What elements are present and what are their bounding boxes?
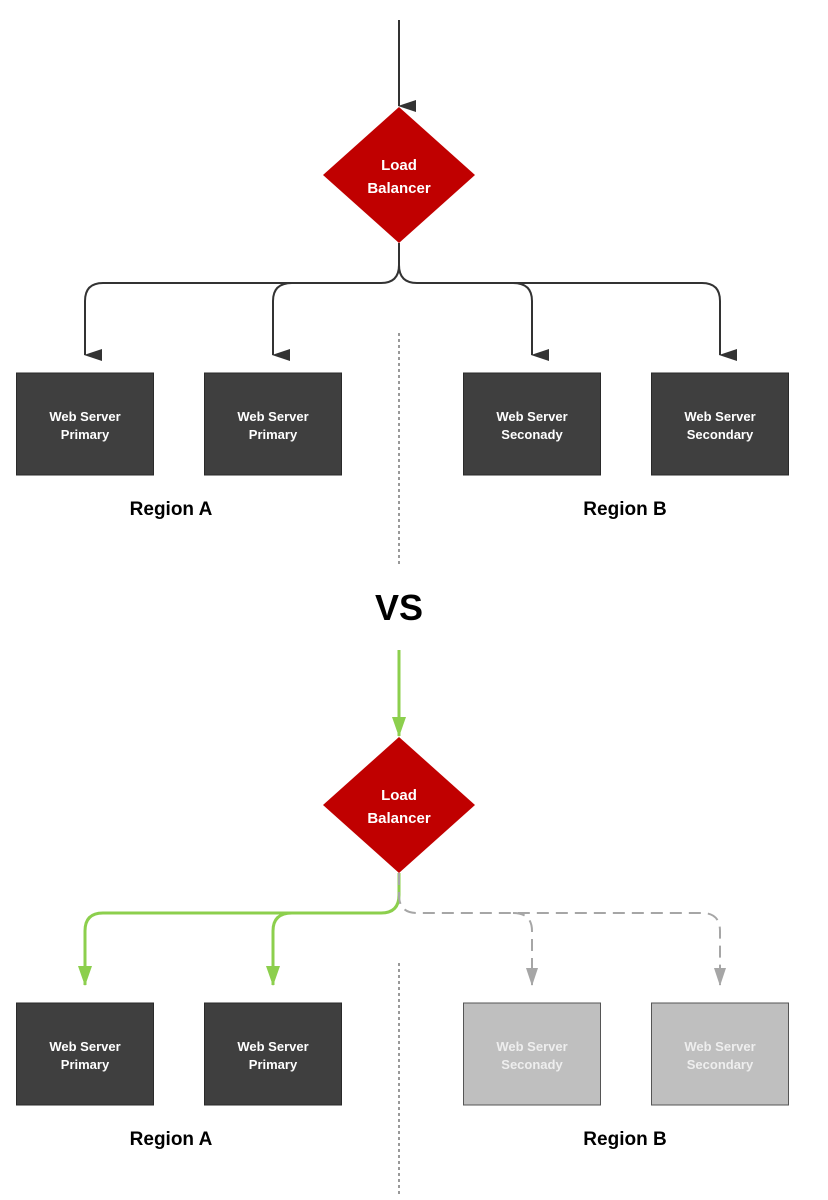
web-server-label-line1: Web Server <box>237 409 308 424</box>
web-server-box <box>463 1002 601 1106</box>
web-server-label-line2: Primary <box>249 427 298 442</box>
web-server-box <box>204 1002 342 1106</box>
region-label-b: Region B <box>583 499 666 520</box>
load-balancer-node <box>323 107 475 243</box>
connector-to-server-4 <box>512 282 549 361</box>
web-server-node-3: Web Server Seconady <box>463 372 601 476</box>
connector-to-server-1 <box>78 873 401 986</box>
web-server-node-4: Web Server Secondary <box>651 372 789 476</box>
web-server-node-4: Web Server Secondary <box>651 1002 789 1106</box>
web-server-box <box>651 372 789 476</box>
load-balancer-node <box>323 737 475 873</box>
web-server-node-1: Web Server Primary <box>16 372 154 476</box>
load-balancer-label-line1: Load <box>381 157 417 174</box>
load-balancer-label-line1: Load <box>381 787 417 804</box>
region-label-a: Region A <box>130 499 213 520</box>
web-server-label-line2: Primary <box>61 1057 110 1072</box>
diagram-all-active: Load Balancer Web Server Primary Web Server P… <box>16 20 789 565</box>
connector-to-server-2 <box>272 282 293 361</box>
diagram-primary-only: Load Balancer Web Server Primary Web Server P… <box>16 650 789 1195</box>
web-server-box <box>16 372 154 476</box>
web-server-label-line1: Web Server <box>684 409 755 424</box>
web-server-label-line2: Secondary <box>687 427 754 442</box>
web-server-label-line2: Secondary <box>687 1057 754 1072</box>
web-server-label-line2: Primary <box>249 1057 298 1072</box>
region-label-b: Region B <box>583 1129 666 1150</box>
web-server-label-line1: Web Server <box>49 1039 120 1054</box>
web-server-label-line2: Seconady <box>501 427 563 442</box>
web-server-box <box>16 1002 154 1106</box>
region-label-a: Region A <box>130 1129 213 1150</box>
web-server-label-line1: Web Server <box>49 409 120 424</box>
web-server-node-3: Web Server Seconady <box>463 1002 601 1106</box>
web-server-box <box>651 1002 789 1106</box>
web-server-label-line2: Primary <box>61 427 110 442</box>
vs-label: VS <box>375 587 423 628</box>
web-server-box <box>463 372 601 476</box>
connector-to-server-3 <box>398 873 726 986</box>
load-balancer-label-line2: Balancer <box>367 810 431 827</box>
connector-to-server-3 <box>398 243 737 361</box>
web-server-node-1: Web Server Primary <box>16 1002 154 1106</box>
web-server-box <box>204 372 342 476</box>
connector-to-server-2 <box>266 911 293 986</box>
web-server-label-line1: Web Server <box>496 409 567 424</box>
load-balancer-label-line2: Balancer <box>367 180 431 197</box>
connector-to-server-1 <box>84 243 400 361</box>
web-server-label-line1: Web Server <box>496 1039 567 1054</box>
web-server-label-line1: Web Server <box>237 1039 308 1054</box>
web-server-node-2: Web Server Primary <box>204 372 342 476</box>
load-balancer-comparison-diagram: Load Balancer Web Server Primary Web Server P… <box>16 20 789 1195</box>
web-server-label-line1: Web Server <box>684 1039 755 1054</box>
web-server-node-2: Web Server Primary <box>204 1002 342 1106</box>
web-server-label-line2: Seconady <box>501 1057 563 1072</box>
connector-to-server-4 <box>512 912 538 986</box>
